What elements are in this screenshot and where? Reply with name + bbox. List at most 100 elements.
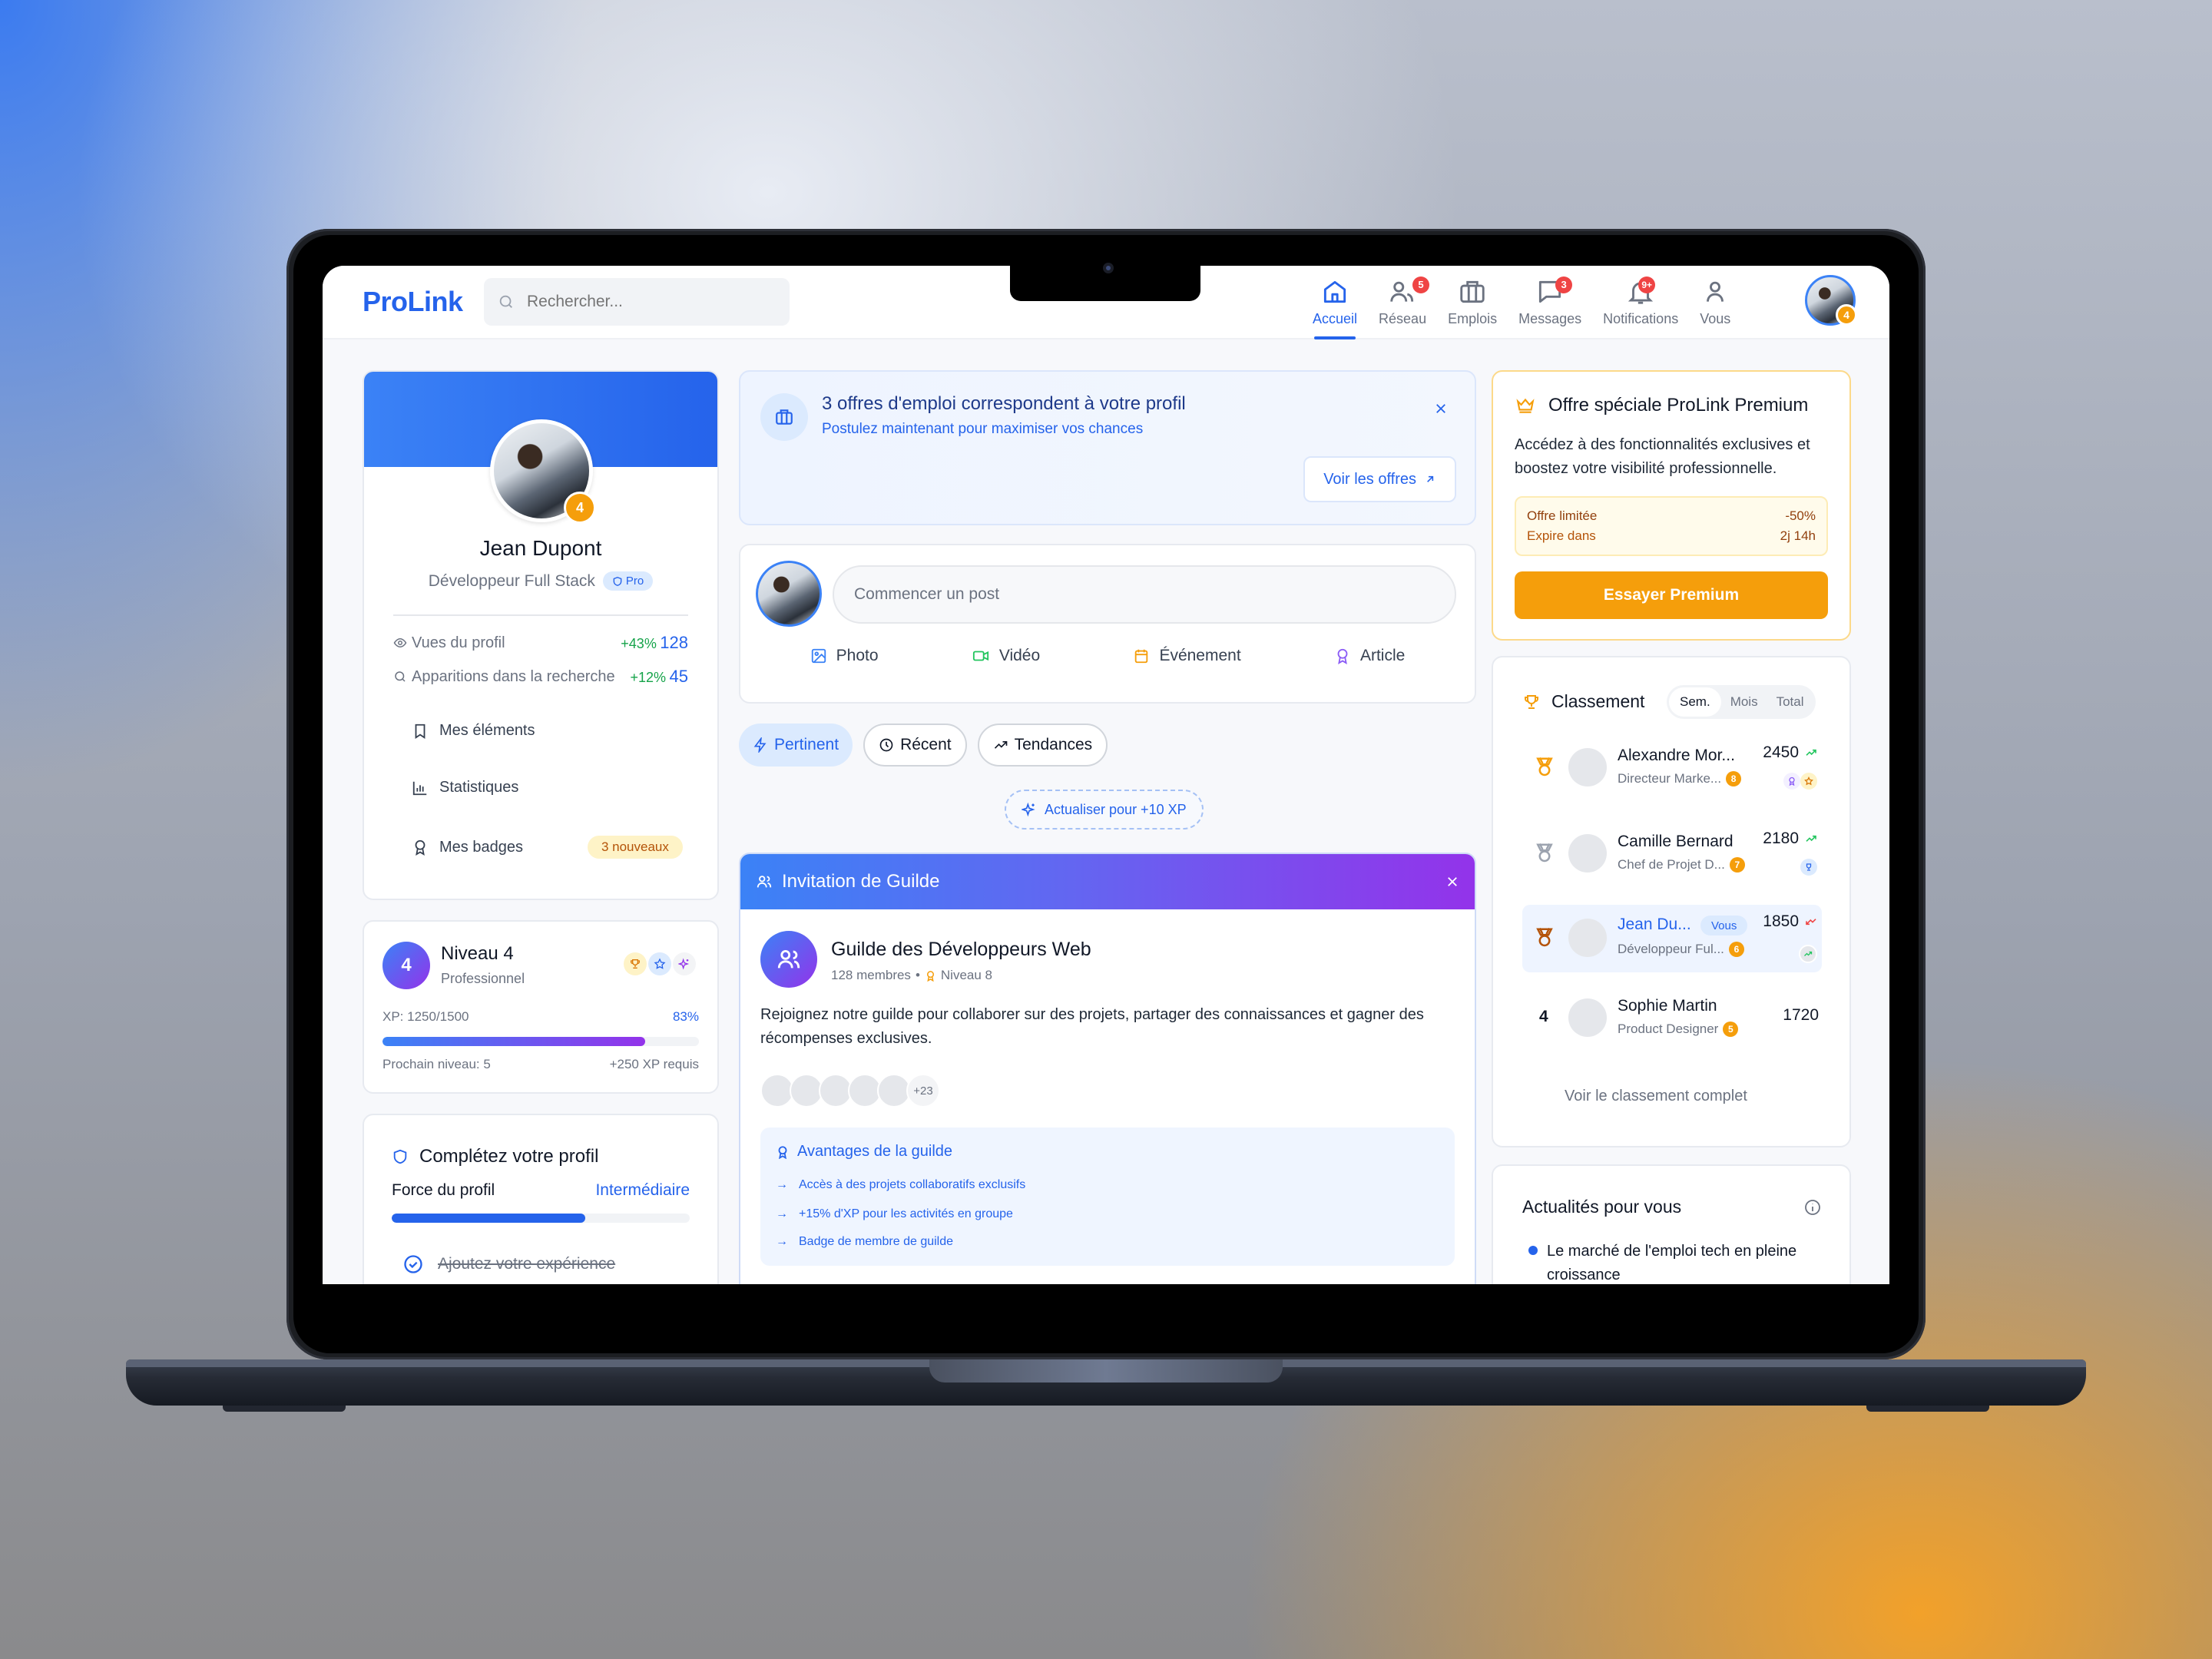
member-avatar [1568, 834, 1607, 873]
close-icon[interactable] [1445, 875, 1459, 889]
benefit-item: → +15% d'XP pour les activités en groupe [776, 1207, 1013, 1221]
image-icon [811, 648, 826, 664]
home-icon [1323, 280, 1346, 303]
leaderboard-row[interactable]: Camille Bernard Chef de Projet D... 7 218… [1522, 825, 1822, 889]
laptop-foot [223, 1406, 346, 1412]
user-icon [1707, 281, 1724, 302]
app-logo[interactable]: ProLink [363, 286, 463, 318]
member-score: 1720 [1783, 1006, 1819, 1024]
task-item[interactable]: Ajoutez votre expérience [402, 1253, 615, 1275]
composer-video-button[interactable]: Vidéo [972, 647, 1040, 665]
nav-network[interactable]: 5 Réseau [1368, 266, 1437, 339]
composer-event-button[interactable]: Événement [1133, 647, 1241, 665]
start-post-placeholder: Commencer un post [854, 585, 1000, 603]
level-circle: 4 [382, 942, 430, 989]
bullet-dot [1528, 1246, 1538, 1255]
crown-icon [1516, 398, 1535, 413]
profile-strength-label: Force du profil [392, 1181, 495, 1199]
briefcase-icon [760, 393, 808, 441]
benefit-item: → Accès à des projets collaboratifs exclu… [776, 1178, 1025, 1192]
member-role: Directeur Marke... [1618, 771, 1722, 786]
stat-change: +12% [630, 670, 667, 685]
see-full-leaderboard-link[interactable]: Voir le classement complet [1493, 1088, 1819, 1105]
view-offers-label: Voir les offres [1323, 470, 1416, 488]
stat-search-appearances[interactable]: Apparitions dans la recherche +12% 45 [393, 667, 688, 687]
gold-medal-icon [1536, 757, 1553, 777]
users-icon [757, 876, 772, 888]
leaderboard-row-current-user[interactable]: Jean Du... Vous Développeur Ful... 6 1850 [1522, 905, 1822, 972]
start-post-input[interactable]: Commencer un post [833, 565, 1456, 624]
member-score: 1850 [1763, 912, 1799, 930]
close-icon[interactable] [1430, 398, 1452, 419]
member-level-badge: 5 [1723, 1022, 1739, 1037]
member-avatar [1568, 748, 1607, 786]
profile-name[interactable]: Jean Dupont [364, 536, 717, 561]
complete-profile-card: Complétez votre profil Force du profil I… [363, 1114, 719, 1284]
screen: ProLink Accueil 5 Réseau Emplois [323, 266, 1889, 1284]
guild-member-avatars[interactable]: +23 [760, 1074, 940, 1108]
more-members-count: +23 [906, 1074, 940, 1108]
guild-name[interactable]: Guilde des Développeurs Web [831, 939, 1091, 961]
search-input[interactable] [527, 293, 757, 311]
view-offers-button[interactable]: Voir les offres [1303, 456, 1456, 502]
expire-countdown: 2j 14h [1780, 528, 1816, 543]
leaderboard-row[interactable]: Alexandre Mor... Directeur Marke... 8 245… [1522, 739, 1822, 803]
nav-notifications[interactable]: 9+ Notifications [1592, 266, 1689, 339]
nav-home[interactable]: Accueil [1302, 266, 1368, 339]
calendar-icon [1135, 649, 1148, 664]
tab-week[interactable]: Sem. [1669, 687, 1721, 717]
separator-dot: • [915, 968, 920, 982]
news-item[interactable]: Le marché de l'emploi tech en pleine cro… [1528, 1240, 1819, 1284]
arrow-right-icon: → [776, 1178, 788, 1191]
main-nav: Accueil 5 Réseau Emplois 3 Messages 9+ N… [1302, 266, 1741, 339]
tab-total[interactable]: Total [1767, 687, 1813, 717]
clock-icon [879, 738, 893, 752]
nav-messages[interactable]: 3 Messages [1508, 266, 1592, 339]
award-icon [926, 970, 934, 982]
filter-label: Pertinent [774, 736, 839, 753]
stat-profile-views[interactable]: Vues du profil +43% 128 [393, 633, 688, 653]
bar-chart-icon [412, 781, 427, 795]
nav-me[interactable]: Vous [1689, 266, 1741, 339]
tab-month[interactable]: Mois [1721, 687, 1767, 717]
guild-header-title: Invitation de Guilde [782, 871, 940, 892]
filter-relevant[interactable]: Pertinent [739, 724, 853, 767]
nav-jobs[interactable]: Emplois [1437, 266, 1508, 339]
filter-recent[interactable]: Récent [863, 724, 967, 767]
notifications-badge: 9+ [1638, 276, 1656, 293]
silver-medal-icon [1536, 843, 1553, 863]
try-premium-button[interactable]: Essayer Premium [1515, 571, 1828, 619]
link-my-items[interactable]: Mes éléments [412, 722, 535, 740]
sparkles-icon [673, 952, 696, 975]
award-icon [778, 1145, 787, 1159]
nav-label: Vous [1700, 311, 1731, 326]
refresh-feed-button[interactable]: Actualiser pour +10 XP [1005, 790, 1204, 830]
composer-article-button[interactable]: Article [1334, 647, 1405, 665]
link-label: Mes badges [439, 838, 523, 856]
laptop-opening-notch [929, 1359, 1283, 1382]
filter-label: Récent [900, 736, 952, 753]
member-level-badge: 7 [1729, 857, 1745, 873]
news-item-text: Le marché de l'emploi tech en pleine cro… [1547, 1243, 1797, 1283]
stat-value: 45 [669, 667, 688, 686]
link-my-badges[interactable]: Mes badges 3 nouveaux [412, 836, 683, 859]
guild-header: Invitation de Guilde [740, 854, 1475, 909]
users-icon [777, 949, 800, 969]
benefits-title: Avantages de la guilde [797, 1143, 953, 1160]
search-box[interactable] [484, 278, 790, 326]
pro-badge-label: Pro [625, 575, 644, 588]
profile-strength-value: Intermédiaire [595, 1181, 690, 1199]
search-icon [395, 671, 406, 682]
trending-up-icon [1806, 835, 1816, 842]
filter-trending[interactable]: Tendances [977, 724, 1108, 767]
composer-photo-button[interactable]: Photo [810, 647, 879, 665]
task-label: Ajoutez votre expérience [438, 1255, 616, 1273]
info-icon[interactable] [1803, 1198, 1822, 1217]
member-name: Camille Bernard [1618, 833, 1734, 850]
offer-label: Offre limitée [1527, 508, 1598, 523]
leaderboard-row[interactable]: 4 Sophie Martin Product Designer 5 1720 [1522, 989, 1822, 1054]
link-statistics[interactable]: Statistiques [412, 779, 518, 796]
member-level-badge: 6 [1728, 942, 1744, 957]
job-alert-title: 3 offres d'emploi correspondent à votre … [822, 393, 1186, 414]
feed-filters: Pertinent Récent Tendances [739, 724, 1108, 767]
